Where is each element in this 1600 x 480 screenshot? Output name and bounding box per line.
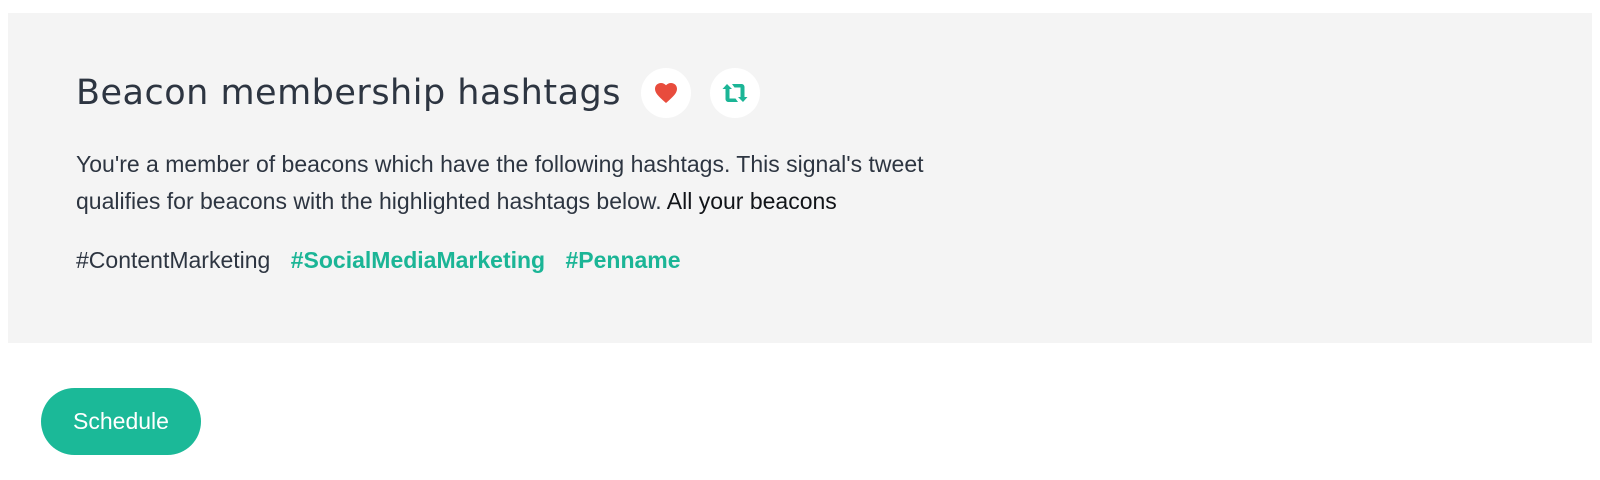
retweet-button[interactable] [709, 68, 760, 118]
hashtag-list: #ContentMarketing #SocialMediaMarketing … [76, 245, 695, 275]
hashtag-socialmediamarketing: #SocialMediaMarketing [290, 247, 546, 273]
schedule-button[interactable]: Schedule [41, 388, 201, 455]
hashtag-penname: #Penname [565, 247, 681, 273]
section-title: Beacon membership hashtags [76, 72, 621, 113]
all-beacons-link[interactable]: All your beacons [667, 188, 837, 214]
section-description: You're a member of beacons which have th… [76, 146, 976, 220]
retweet-icon [722, 83, 748, 103]
heart-icon [654, 82, 678, 104]
hashtag-contentmarketing: #ContentMarketing [76, 247, 271, 273]
beacon-hashtags-panel: Beacon membership hashtags You're a memb… [8, 13, 1592, 343]
like-button[interactable] [640, 68, 691, 118]
title-row: Beacon membership hashtags [76, 68, 760, 118]
